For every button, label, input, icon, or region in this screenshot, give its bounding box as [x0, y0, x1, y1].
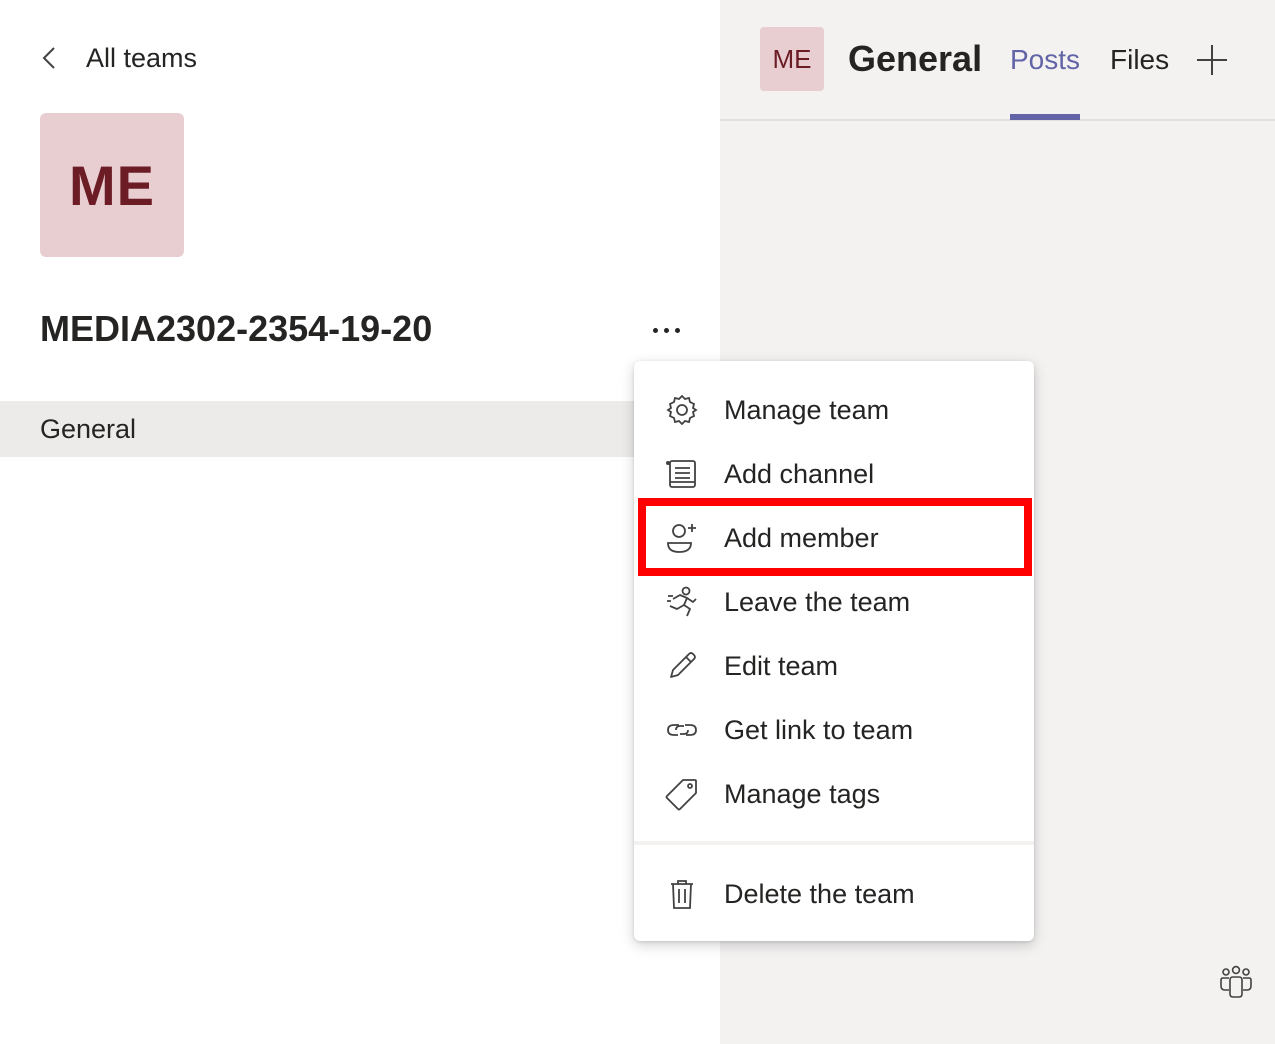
gear-icon — [664, 392, 700, 428]
menu-item-get-link[interactable]: Get link to team — [634, 698, 1034, 762]
menu-item-label: Edit team — [724, 650, 839, 681]
team-name: MEDIA2302-2354-19-20 — [40, 308, 433, 349]
team-options-menu: Manage team Add channel Add member Leave… — [634, 361, 1034, 941]
people-icon[interactable] — [1218, 964, 1254, 1000]
pencil-icon — [664, 648, 700, 684]
more-options-button[interactable] — [640, 310, 692, 350]
tab-posts[interactable]: Posts — [1010, 44, 1081, 120]
channel-title: General — [848, 38, 983, 79]
add-tab-icon[interactable] — [1194, 42, 1230, 78]
team-sidebar: All teams ME MEDIA2302-2354-19-20 Genera… — [0, 0, 720, 1044]
menu-item-label: Manage tags — [724, 778, 881, 809]
add-person-icon — [664, 520, 700, 556]
menu-item-label: Add channel — [724, 458, 875, 489]
menu-item-label: Delete the team — [724, 878, 915, 909]
menu-item-label: Get link to team — [724, 714, 914, 745]
channel-header: ME General Posts Files — [720, 0, 1275, 121]
menu-divider — [634, 841, 1034, 845]
teams-window: All teams ME MEDIA2302-2354-19-20 Genera… — [0, 0, 1275, 1044]
channel-label: General — [40, 413, 137, 444]
tab-files[interactable]: Files — [1110, 44, 1169, 120]
running-person-icon — [664, 584, 700, 620]
chevron-left-icon — [42, 47, 55, 69]
menu-item-label: Leave the team — [724, 586, 911, 617]
all-teams-back-link[interactable]: All teams — [36, 36, 197, 80]
menu-item-edit-team[interactable]: Edit team — [634, 634, 1034, 698]
tag-icon — [664, 776, 700, 812]
menu-item-manage-tags[interactable]: Manage tags — [634, 762, 1034, 826]
more-dot — [663, 327, 669, 333]
menu-item-label: Manage team — [724, 394, 890, 425]
menu-item-leave-team[interactable]: Leave the team — [634, 570, 1034, 634]
menu-item-delete-team[interactable]: Delete the team — [634, 862, 1034, 926]
channel-avatar: ME — [760, 27, 824, 91]
menu-item-label: Add member — [724, 522, 879, 553]
back-link-label: All teams — [86, 42, 198, 73]
more-dot — [674, 327, 680, 333]
menu-item-add-member[interactable]: Add member — [634, 506, 1034, 570]
channel-item-general[interactable]: General — [0, 401, 720, 457]
trash-icon — [664, 876, 700, 912]
menu-item-add-channel[interactable]: Add channel — [634, 442, 1034, 506]
link-icon — [664, 712, 700, 748]
more-dot — [652, 327, 658, 333]
channel-list-icon — [664, 456, 700, 492]
team-avatar: ME — [40, 113, 184, 257]
menu-item-manage-team[interactable]: Manage team — [634, 378, 1034, 442]
